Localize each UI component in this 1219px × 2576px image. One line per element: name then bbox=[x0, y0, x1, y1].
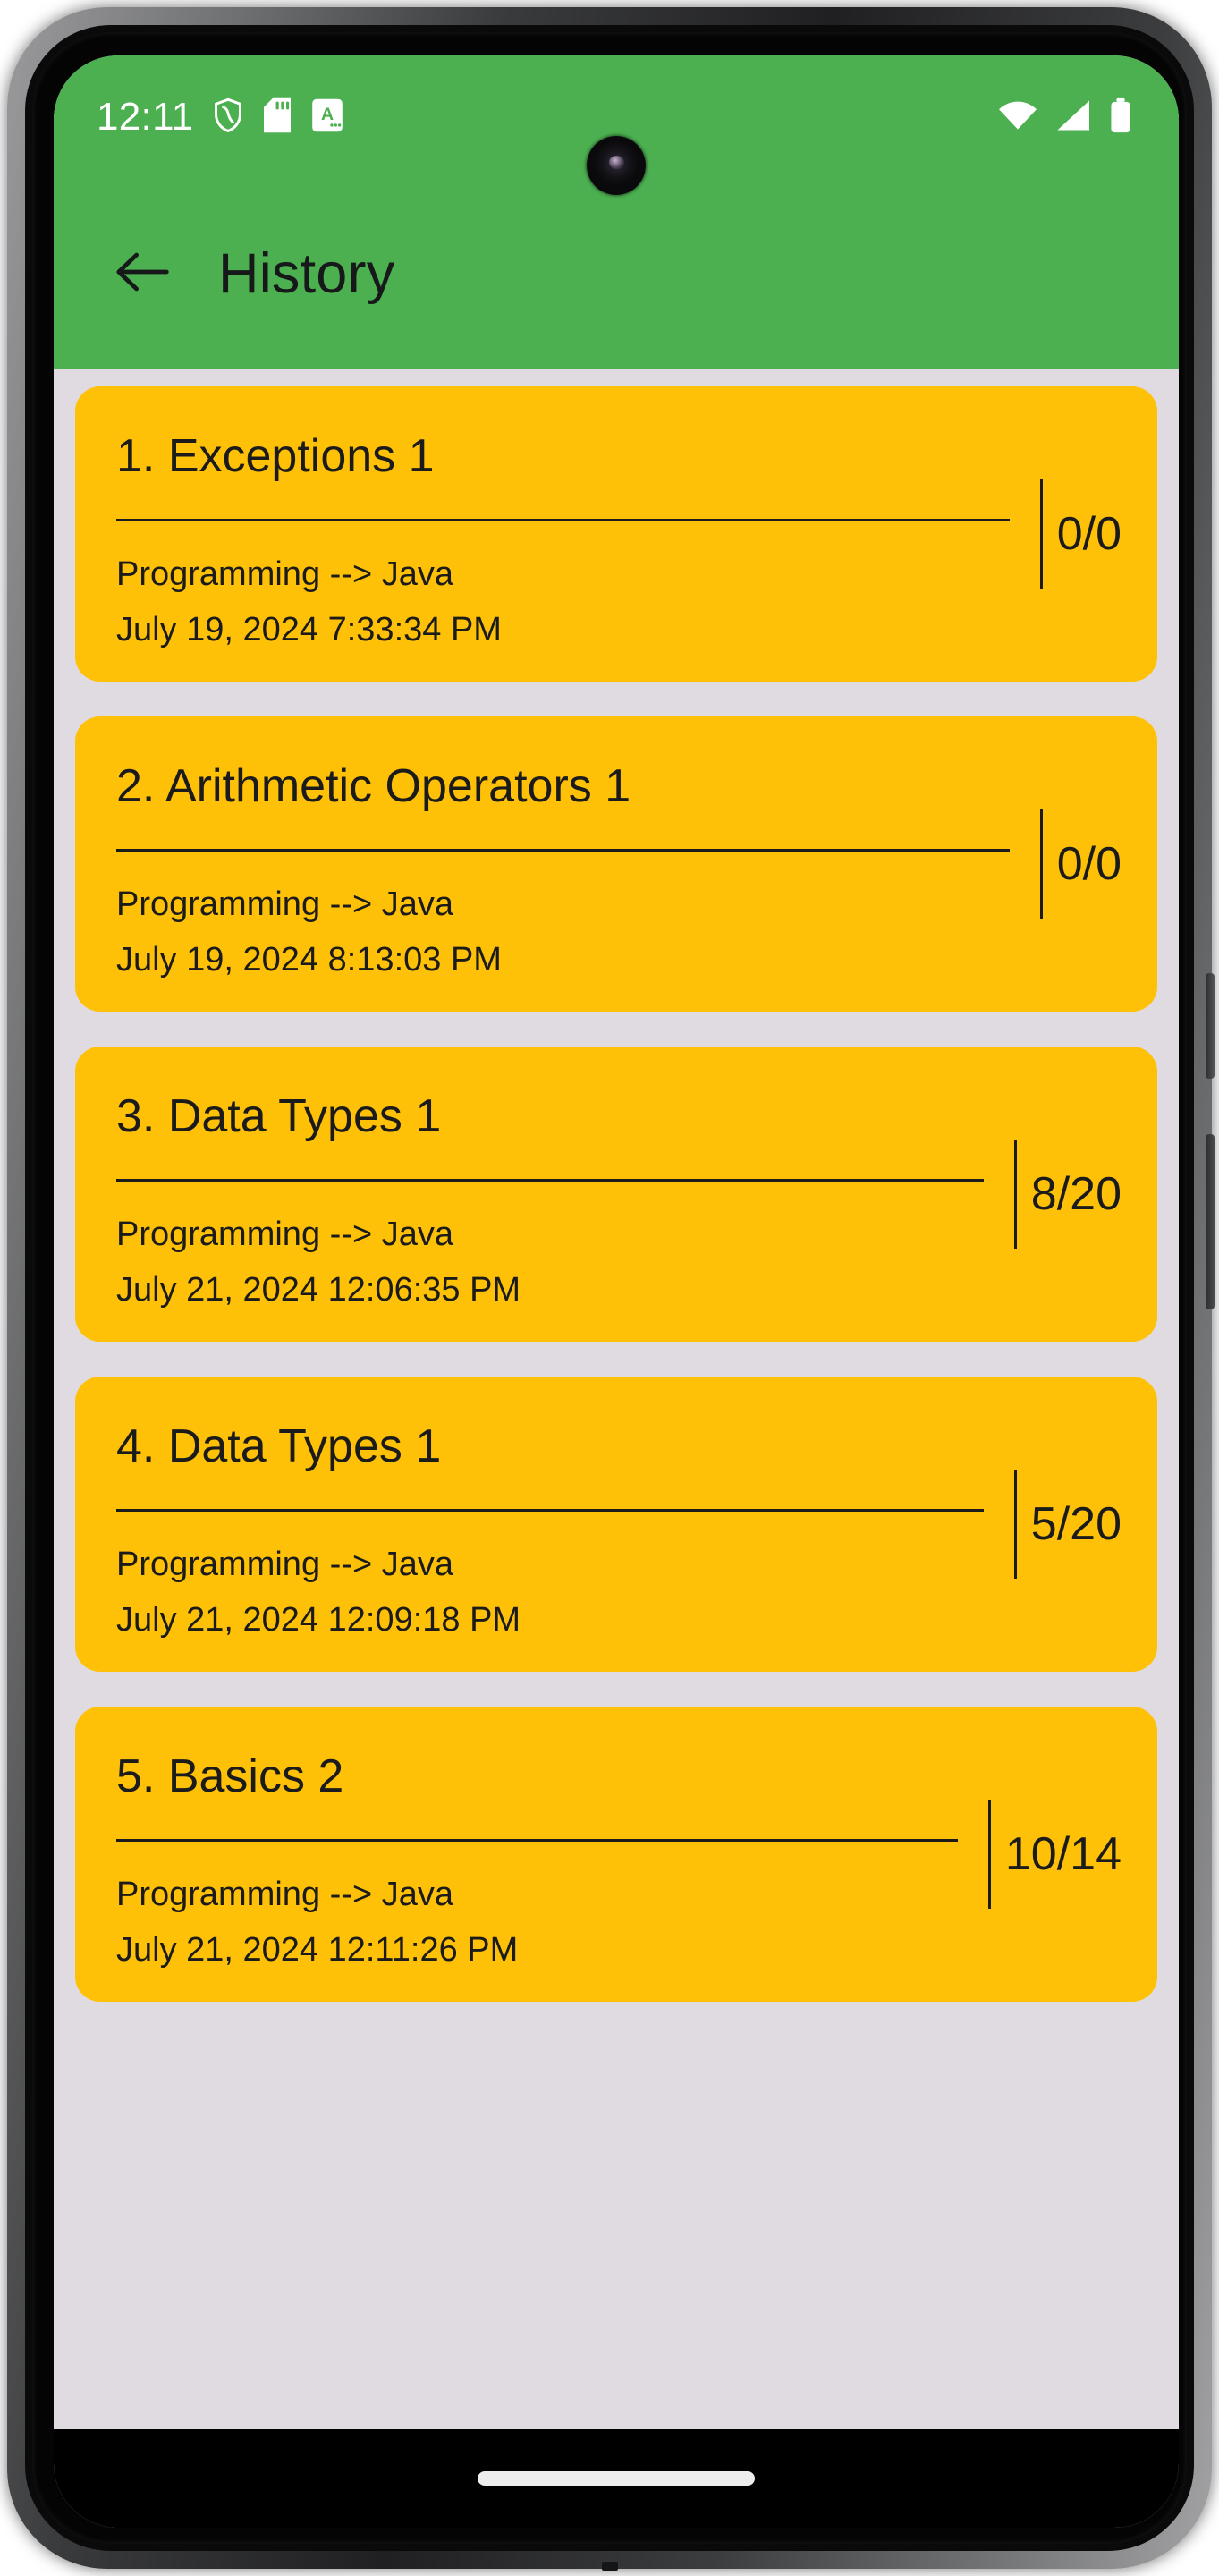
history-card-score: 0/0 bbox=[1056, 838, 1122, 890]
history-card-score-group: 0/0 bbox=[1039, 386, 1157, 682]
history-card-category: Programming --> Java bbox=[116, 1546, 453, 1583]
history-card-timestamp: July 21, 2024 12:09:18 PM bbox=[116, 1601, 521, 1639]
history-card-score-group: 5/20 bbox=[1013, 1377, 1157, 1672]
app-bar: History bbox=[54, 179, 1179, 369]
history-card-category: Programming --> Java bbox=[116, 1216, 453, 1253]
history-card-title: 5. Basics 2 bbox=[116, 1750, 344, 1802]
battery-icon bbox=[1109, 97, 1132, 138]
history-card-divider bbox=[116, 849, 1010, 852]
history-card-category: Programming --> Java bbox=[116, 886, 453, 923]
history-card-divider bbox=[116, 1839, 958, 1842]
back-button[interactable] bbox=[109, 241, 175, 307]
history-card-category: Programming --> Java bbox=[116, 555, 453, 593]
history-card-score: 10/14 bbox=[1004, 1828, 1122, 1880]
history-card-timestamp: July 19, 2024 8:13:03 PM bbox=[116, 941, 502, 979]
history-card-title: 4. Data Types 1 bbox=[116, 1420, 442, 1472]
home-gesture-pill[interactable] bbox=[478, 2471, 755, 2486]
keyboard-language-a-icon: A bbox=[311, 97, 343, 138]
history-list[interactable]: 1. Exceptions 1 Programming --> Java Jul… bbox=[54, 369, 1179, 2429]
history-card-timestamp: July 21, 2024 12:11:26 PM bbox=[116, 1931, 519, 1969]
history-card-title: 1. Exceptions 1 bbox=[116, 430, 435, 482]
shield-icon bbox=[213, 97, 243, 138]
history-card-body: 4. Data Types 1 Programming --> Java Jul… bbox=[75, 1377, 1014, 1672]
history-card-body: 2. Arithmetic Operators 1 Programming --… bbox=[75, 716, 1040, 1012]
status-clock: 12:11 bbox=[97, 95, 194, 139]
history-card-score: 0/0 bbox=[1056, 508, 1122, 560]
history-card-timestamp: July 19, 2024 7:33:34 PM bbox=[116, 611, 502, 648]
history-card-score-group: 10/14 bbox=[987, 1707, 1157, 2002]
history-card-score: 8/20 bbox=[1030, 1168, 1122, 1220]
sd-card-icon bbox=[263, 97, 292, 138]
history-card[interactable]: 3. Data Types 1 Programming --> Java Jul… bbox=[75, 1046, 1157, 1342]
device-frame: 12:11 A History 1. Exceptions 1 Programm… bbox=[7, 7, 1215, 2571]
history-card-divider bbox=[116, 1509, 984, 1512]
power-button[interactable] bbox=[1206, 973, 1215, 1079]
wifi-icon bbox=[998, 99, 1037, 136]
history-card-body: 1. Exceptions 1 Programming --> Java Jul… bbox=[75, 386, 1040, 682]
history-card[interactable]: 4. Data Types 1 Programming --> Java Jul… bbox=[75, 1377, 1157, 1672]
history-card[interactable]: 5. Basics 2 Programming --> Java July 21… bbox=[75, 1707, 1157, 2002]
phone-screen: 12:11 A History 1. Exceptions 1 Programm… bbox=[54, 55, 1179, 2528]
navigation-bar bbox=[54, 2429, 1179, 2528]
history-card-title: 2. Arithmetic Operators 1 bbox=[116, 760, 631, 812]
history-card-divider bbox=[116, 1179, 984, 1182]
status-bar: 12:11 A bbox=[54, 55, 1179, 195]
history-card-score-group: 0/0 bbox=[1039, 716, 1157, 1012]
status-bar-right-group bbox=[998, 97, 1132, 138]
history-card[interactable]: 1. Exceptions 1 Programming --> Java Jul… bbox=[75, 386, 1157, 682]
history-card-body: 5. Basics 2 Programming --> Java July 21… bbox=[75, 1707, 988, 2002]
svg-text:A: A bbox=[321, 104, 334, 123]
speaker-notch bbox=[601, 2562, 618, 2571]
history-card-score-group: 8/20 bbox=[1013, 1046, 1157, 1342]
history-card-body: 3. Data Types 1 Programming --> Java Jul… bbox=[75, 1046, 1014, 1342]
history-card[interactable]: 2. Arithmetic Operators 1 Programming --… bbox=[75, 716, 1157, 1012]
history-card-score: 5/20 bbox=[1030, 1498, 1122, 1550]
history-card-divider bbox=[116, 519, 1010, 521]
status-bar-left-group: 12:11 A bbox=[97, 97, 343, 138]
history-card-timestamp: July 21, 2024 12:06:35 PM bbox=[116, 1271, 521, 1309]
front-camera-punch-hole bbox=[587, 136, 646, 195]
camera-lens-glint bbox=[609, 156, 625, 169]
history-card-title: 3. Data Types 1 bbox=[116, 1090, 442, 1142]
history-card-category: Programming --> Java bbox=[116, 1876, 453, 1913]
page-title: History bbox=[218, 242, 395, 305]
arrow-left-icon bbox=[114, 249, 170, 300]
volume-button[interactable] bbox=[1206, 1134, 1215, 1309]
cellular-signal-icon bbox=[1055, 99, 1091, 136]
